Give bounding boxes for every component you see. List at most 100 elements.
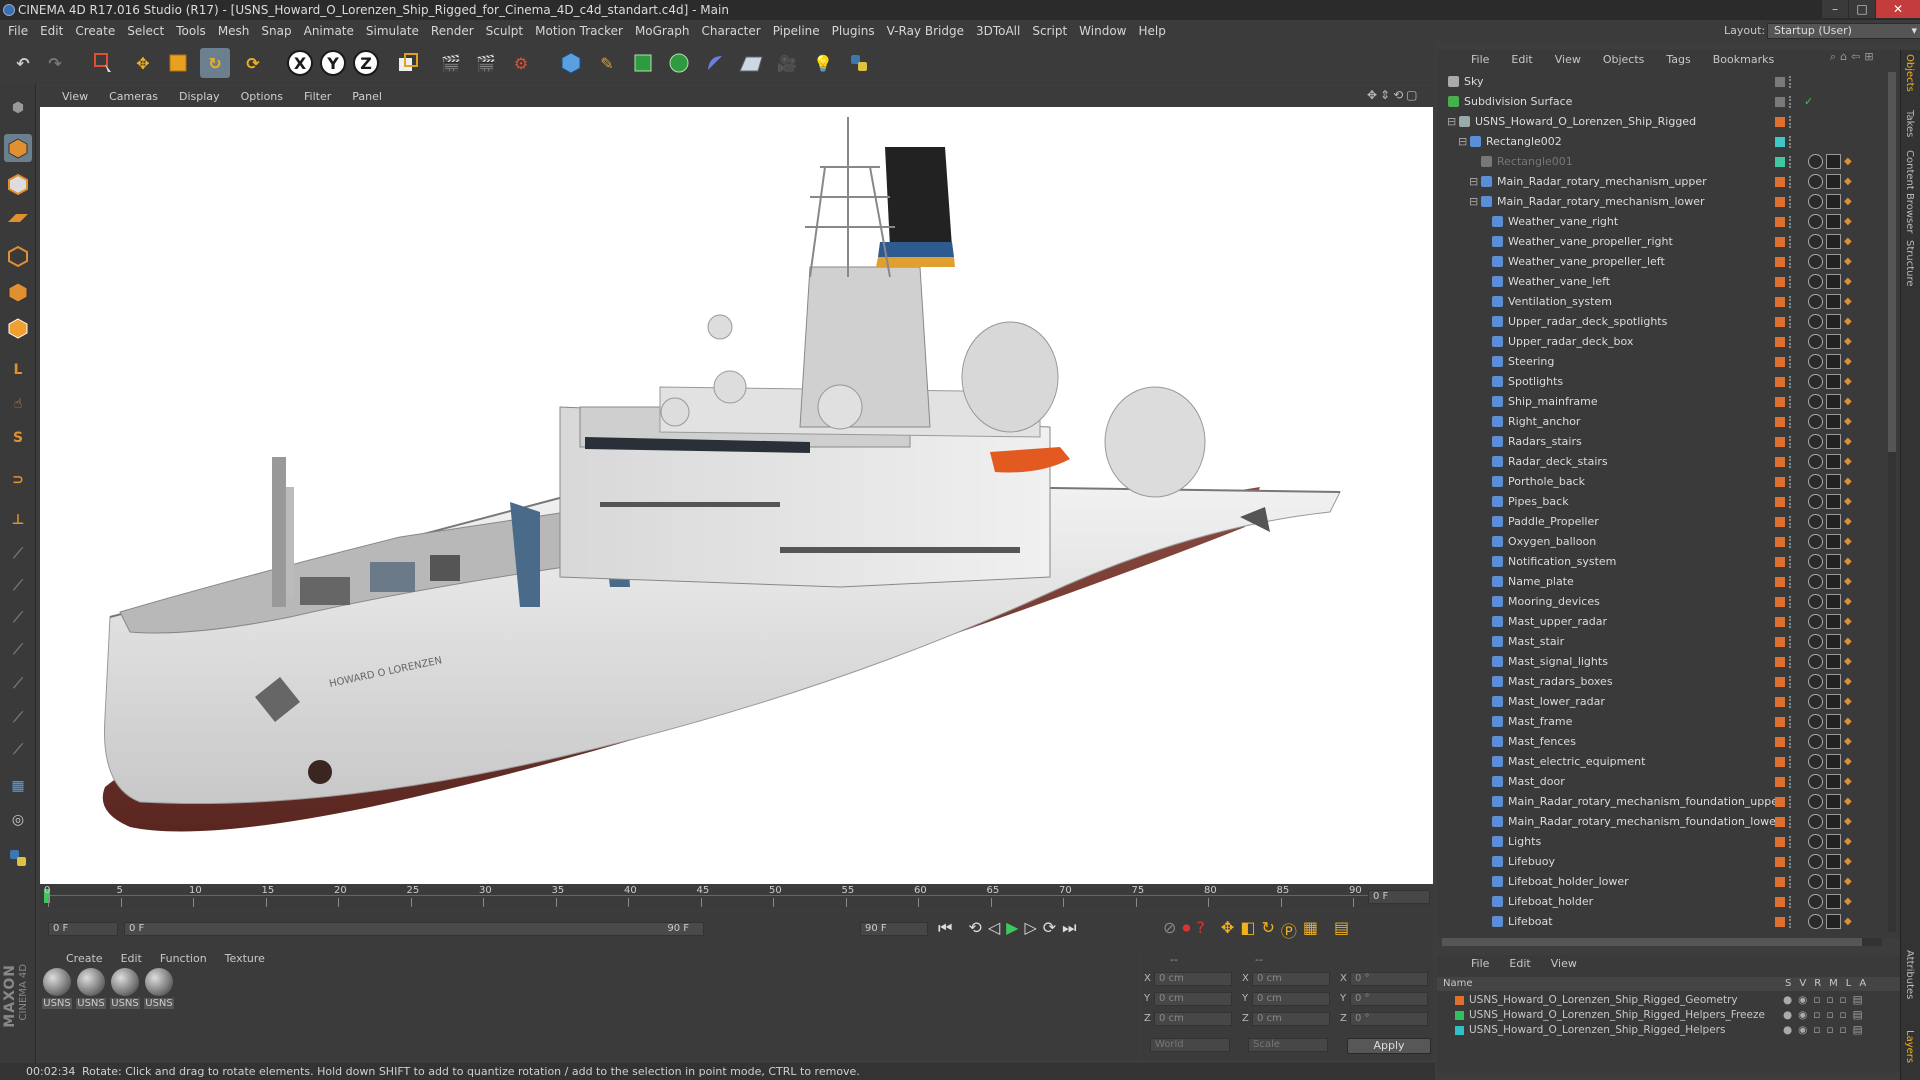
menu-v-ray-bridge[interactable]: V-Ray Bridge [883, 24, 972, 38]
selection-tag-icon[interactable]: ◆ [1844, 492, 1852, 512]
selection-tag-icon[interactable]: ◆ [1844, 352, 1852, 372]
menu-plugins[interactable]: Plugins [828, 24, 883, 38]
maximize-button[interactable]: □ [1849, 0, 1875, 18]
checker-tag-icon[interactable] [1826, 534, 1841, 549]
object-menu-edit[interactable]: Edit [1511, 53, 1532, 66]
selection-tag-icon[interactable]: ◆ [1844, 652, 1852, 672]
layer-color-swatch[interactable] [1775, 717, 1785, 727]
object-row[interactable]: Rectangle001 ◆ [1442, 152, 1890, 172]
key-pla-icon[interactable]: ▦ [1303, 918, 1318, 942]
selection-tag-icon[interactable]: ◆ [1844, 632, 1852, 652]
layer-color-swatch[interactable] [1775, 877, 1785, 887]
visibility-dots-icon[interactable] [1789, 636, 1793, 648]
object-row[interactable]: Steering ◆ [1442, 352, 1890, 372]
layer-color-swatch[interactable] [1775, 317, 1785, 327]
object-row[interactable]: Main_Radar_rotary_mechanism_foundation_l… [1442, 812, 1890, 832]
object-row[interactable]: Oxygen_balloon ◆ [1442, 532, 1890, 552]
selection-tag-icon[interactable]: ◆ [1844, 732, 1852, 752]
layer-menu-file[interactable]: File [1471, 957, 1489, 970]
layer-color-swatch[interactable] [1775, 797, 1785, 807]
texture-tag-icon[interactable] [1808, 734, 1823, 749]
menu-tools[interactable]: Tools [172, 24, 214, 38]
layer-color-swatch[interactable] [1775, 237, 1785, 247]
menu-simulate[interactable]: Simulate [362, 24, 427, 38]
checker-tag-icon[interactable] [1826, 814, 1841, 829]
checker-tag-icon[interactable] [1826, 454, 1841, 469]
layer-color-swatch[interactable] [1775, 477, 1785, 487]
texture-tag-icon[interactable] [1808, 714, 1823, 729]
object-row[interactable]: Mast_radars_boxes ◆ [1442, 672, 1890, 692]
layer-color-swatch[interactable] [1775, 737, 1785, 747]
checker-tag-icon[interactable] [1826, 194, 1841, 209]
right-tab-content-browser[interactable]: Content Browser [1904, 150, 1915, 233]
layer-menu-view[interactable]: View [1551, 957, 1577, 970]
checker-tag-icon[interactable] [1826, 174, 1841, 189]
coord-value-field[interactable]: 0 ° [1350, 972, 1428, 986]
selection-tag-icon[interactable]: ◆ [1844, 772, 1852, 792]
selection-tag-icon[interactable]: ◆ [1844, 432, 1852, 452]
checker-tag-icon[interactable] [1826, 374, 1841, 389]
texture-tag-icon[interactable] [1808, 654, 1823, 669]
render-picture-viewer-icon[interactable]: 🎬 [471, 48, 501, 78]
object-row[interactable]: Lights ◆ [1442, 832, 1890, 852]
texture-tag-icon[interactable] [1808, 794, 1823, 809]
texture-tag-icon[interactable] [1808, 494, 1823, 509]
object-menu-objects[interactable]: Objects [1603, 53, 1645, 66]
visibility-dots-icon[interactable] [1789, 336, 1793, 348]
visibility-dots-icon[interactable] [1789, 756, 1793, 768]
current-frame-field[interactable]: 0 F [1368, 890, 1430, 904]
layer-color-swatch[interactable] [1775, 437, 1785, 447]
visibility-dots-icon[interactable] [1789, 736, 1793, 748]
checker-tag-icon[interactable] [1826, 894, 1841, 909]
object-row[interactable]: Mast_frame ◆ [1442, 712, 1890, 732]
visibility-dots-icon[interactable] [1789, 576, 1793, 588]
object-row[interactable]: Porthole_back ◆ [1442, 472, 1890, 492]
visibility-dots-icon[interactable] [1789, 716, 1793, 728]
cloner-icon[interactable] [664, 48, 694, 78]
checker-tag-icon[interactable] [1826, 674, 1841, 689]
layer-color-swatch[interactable] [1775, 297, 1785, 307]
visibility-dots-icon[interactable] [1789, 596, 1793, 608]
object-row[interactable]: Lifebuoy ◆ [1442, 852, 1890, 872]
visibility-dots-icon[interactable] [1789, 356, 1793, 368]
material-menu-texture[interactable]: Texture [225, 952, 265, 965]
texture-tag-icon[interactable] [1808, 174, 1823, 189]
object-row[interactable]: ⊟ Rectangle002 [1442, 132, 1890, 152]
object-menu-tags[interactable]: Tags [1666, 53, 1690, 66]
object-menu-file[interactable]: File [1471, 53, 1489, 66]
layer-color-swatch[interactable] [1775, 337, 1785, 347]
selection-tag-icon[interactable]: ◆ [1844, 412, 1852, 432]
bridge-icon[interactable]: ⟋ [4, 572, 32, 600]
previous-frame-icon[interactable]: ◁ [988, 918, 1000, 938]
checker-tag-icon[interactable] [1826, 594, 1841, 609]
texture-tag-icon[interactable] [1808, 594, 1823, 609]
right-tab-structure[interactable]: Structure [1904, 240, 1915, 287]
checker-tag-icon[interactable] [1826, 854, 1841, 869]
object-row[interactable]: Mast_fences ◆ [1442, 732, 1890, 752]
texture-tag-icon[interactable] [1808, 554, 1823, 569]
coord-value-field[interactable]: 0 ° [1350, 992, 1428, 1006]
visibility-dots-icon[interactable] [1789, 276, 1793, 288]
checker-tag-icon[interactable] [1826, 654, 1841, 669]
layer-color-swatch[interactable] [1775, 417, 1785, 427]
layer-toggle-icons[interactable]: ●◉▫▫▫▤ [1783, 1008, 1869, 1023]
layer-toggle-icons[interactable]: ●◉▫▫▫▤ [1783, 993, 1869, 1008]
next-key-icon[interactable]: ⟳ [1043, 918, 1056, 938]
material-swatch[interactable]: USNS [110, 968, 140, 1009]
model-mode-icon[interactable] [4, 134, 32, 162]
menu-animate[interactable]: Animate [300, 24, 362, 38]
right-tab-layers[interactable]: Layers [1904, 1030, 1915, 1063]
checker-tag-icon[interactable] [1826, 254, 1841, 269]
checker-tag-icon[interactable] [1826, 554, 1841, 569]
coord-value-field[interactable]: 0 cm [1252, 1012, 1330, 1026]
layer-color-swatch[interactable] [1775, 177, 1785, 187]
visibility-dots-icon[interactable] [1789, 436, 1793, 448]
material-menu-create[interactable]: Create [66, 952, 103, 965]
selection-tag-icon[interactable]: ◆ [1844, 752, 1852, 772]
texture-tag-icon[interactable] [1808, 294, 1823, 309]
texture-tag-icon[interactable] [1808, 574, 1823, 589]
coord-value-field[interactable]: 0 cm [1252, 972, 1330, 986]
tree-expand-icon[interactable]: ⊟ [1447, 112, 1456, 132]
layer-color-swatch[interactable] [1775, 637, 1785, 647]
coord-mode-dropdown[interactable]: World [1150, 1038, 1230, 1052]
